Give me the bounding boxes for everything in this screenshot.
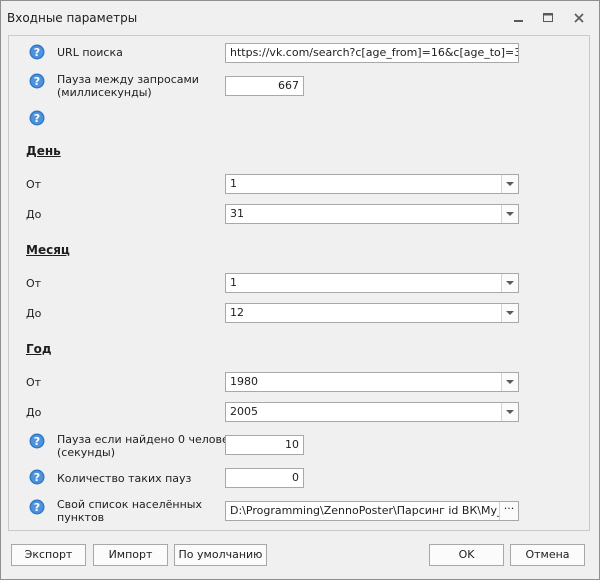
year-from-select[interactable]: 1980: [225, 372, 519, 392]
svg-text:?: ?: [34, 112, 40, 125]
parameters-panel: ? URL поиска https://vk.com/search?c[age…: [8, 35, 590, 531]
svg-text:?: ?: [34, 46, 40, 59]
chevron-down-icon[interactable]: [501, 205, 518, 223]
pause-zero-input[interactable]: 10: [225, 435, 304, 455]
day-to-value: 31: [230, 207, 244, 220]
day-from-select[interactable]: 1: [225, 174, 519, 194]
chevron-down-icon[interactable]: [501, 274, 518, 292]
day-to-label: До: [26, 208, 42, 221]
pause-requests-input[interactable]: 667: [225, 76, 304, 96]
year-from-label: От: [26, 376, 42, 389]
help-icon[interactable]: ?: [29, 44, 45, 60]
chevron-down-icon[interactable]: [501, 304, 518, 322]
cancel-button[interactable]: Отмена: [510, 544, 585, 566]
city-list-label-line1: Свой список населённых: [57, 498, 202, 511]
svg-text:?: ?: [34, 435, 40, 448]
ok-button[interactable]: OK: [429, 544, 504, 566]
year-from-value: 1980: [230, 375, 258, 388]
year-section-title: Год: [26, 342, 52, 356]
chevron-down-icon[interactable]: [501, 403, 518, 421]
help-icon[interactable]: ?: [29, 499, 45, 515]
year-to-label: До: [26, 406, 42, 419]
city-list-value: D:\Programming\ZennoPoster\Парсинг id ВК…: [230, 504, 519, 517]
pause-count-label: Количество таких пауз: [57, 472, 192, 485]
import-button[interactable]: Импорт: [93, 544, 168, 566]
month-from-value: 1: [230, 276, 237, 289]
svg-text:?: ?: [34, 75, 40, 88]
month-section-title: Месяц: [26, 243, 70, 257]
window-title: Входные параметры: [7, 11, 138, 25]
day-from-value: 1: [230, 177, 237, 190]
url-input[interactable]: https://vk.com/search?c[age_from]=16&c[a…: [225, 43, 519, 63]
close-icon[interactable]: [570, 10, 588, 26]
svg-text:?: ?: [34, 501, 40, 514]
dialog-window: Входные параметры ? URL поиска https://v…: [0, 0, 600, 580]
maximize-icon[interactable]: [539, 10, 557, 26]
pause-requests-label-line2: (миллисекунды): [57, 86, 152, 99]
minimize-icon[interactable]: [509, 10, 527, 26]
export-button[interactable]: Экспорт: [11, 544, 86, 566]
help-icon[interactable]: ?: [29, 73, 45, 89]
chevron-down-icon[interactable]: [501, 373, 518, 391]
day-to-select[interactable]: 31: [225, 204, 519, 224]
pause-zero-label-line2: (секунды): [57, 446, 116, 459]
month-from-label: От: [26, 277, 42, 290]
title-bar: Входные параметры: [1, 1, 599, 35]
year-to-select[interactable]: 2005: [225, 402, 519, 422]
day-section-title: День: [26, 144, 61, 158]
month-to-label: До: [26, 307, 42, 320]
url-label: URL поиска: [57, 46, 123, 59]
pause-requests-label-line1: Пауза между запросами: [57, 73, 199, 86]
pause-count-input[interactable]: 0: [225, 468, 304, 488]
month-to-select[interactable]: 12: [225, 303, 519, 323]
help-icon[interactable]: ?: [29, 469, 45, 485]
svg-text:?: ?: [34, 471, 40, 484]
chevron-down-icon[interactable]: [501, 175, 518, 193]
day-from-label: От: [26, 178, 42, 191]
month-from-select[interactable]: 1: [225, 273, 519, 293]
browse-button[interactable]: ···: [499, 502, 518, 520]
default-button[interactable]: По умолчанию: [174, 544, 267, 566]
month-to-value: 12: [230, 306, 244, 319]
help-icon[interactable]: ?: [29, 110, 45, 126]
pause-zero-label-line1: Пауза если найдено 0 человек: [57, 433, 236, 446]
help-icon[interactable]: ?: [29, 433, 45, 449]
city-list-input[interactable]: D:\Programming\ZennoPoster\Парсинг id ВК…: [225, 501, 519, 521]
year-to-value: 2005: [230, 405, 258, 418]
city-list-label-line2: пунктов: [57, 511, 105, 524]
